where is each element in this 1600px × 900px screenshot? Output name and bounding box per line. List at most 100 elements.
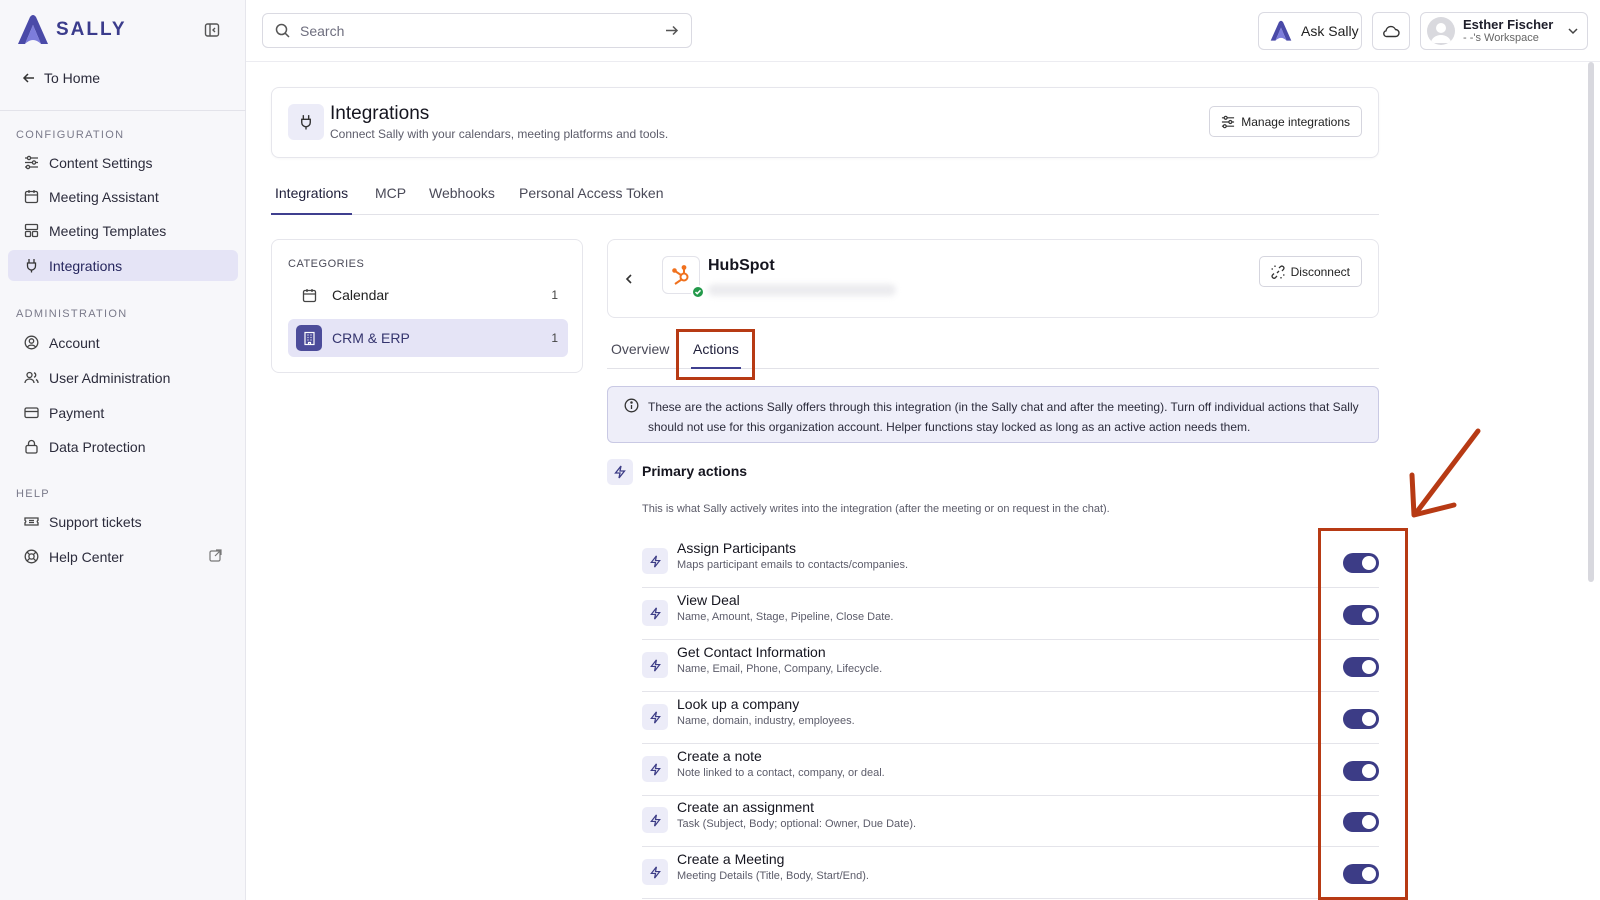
user-avatar-icon [1431,23,1451,43]
page-header-card: Integrations Connect Sally with your cal… [271,87,1379,158]
tab-personal-access-token[interactable]: Personal Access Token [519,185,664,215]
integration-detail-card: HubSpot Disconnect [607,239,1379,318]
redacted-account-info [708,284,896,296]
action-toggle[interactable] [1343,553,1379,573]
toggle-knob [1362,764,1376,778]
bolt-icon [642,756,668,782]
lock-icon [25,439,38,454]
sidebar-item-integrations[interactable]: Integrations [8,250,238,281]
sidebar-item-help-center[interactable]: Help Center [8,541,238,572]
action-title: Create a note [677,748,762,764]
search-input[interactable] [300,22,654,39]
hubspot-icon [672,265,689,285]
tab-integrations[interactable]: Integrations [271,185,353,215]
action-description: Name, Email, Phone, Company, Lifecycle. [677,663,883,675]
tab-actions[interactable]: Actions [691,341,741,369]
sidebar-item-label: Content Settings [49,154,153,171]
to-home-link[interactable]: To Home [22,66,100,90]
user-name: Esther Fischer [1463,17,1554,32]
manage-integrations-label: Manage integrations [1241,114,1350,129]
category-crm-erp[interactable]: CRM & ERP 1 [288,319,568,357]
search-box[interactable] [262,13,692,48]
tab-overview[interactable]: Overview [611,341,669,369]
action-toggle[interactable] [1343,709,1379,729]
sidebar-item-content-settings[interactable]: Content Settings [8,147,238,178]
category-count: 1 [551,331,558,345]
bolt-icon-box [607,459,633,485]
sally-logo-icon [1270,20,1292,41]
tab-webhooks[interactable]: Webhooks [429,185,495,215]
category-calendar[interactable]: Calendar 1 [288,276,568,314]
sidebar-item-account[interactable]: Account [8,327,238,358]
scrollbar[interactable] [1588,62,1594,582]
sidebar-item-label: Help Center [49,548,124,565]
sidebar-item-payment[interactable]: Payment [8,397,238,428]
bolt-icon [642,704,668,730]
brand-logo[interactable]: SALLY [16,14,127,46]
action-toggle[interactable] [1343,657,1379,677]
action-description: Task (Subject, Body; optional: Owner, Du… [677,818,917,830]
chevron-left-icon [625,274,632,284]
calendar-icon-box [296,282,322,308]
ticket-icon [24,517,39,526]
bolt-icon [614,465,626,479]
action-description: Maps participant emails to contacts/comp… [677,559,909,571]
sidebar-item-label: Meeting Assistant [49,188,159,205]
action-title: Look up a company [677,696,800,712]
sliders-icon [25,155,38,170]
action-description: Meeting Details (Title, Body, Start/End)… [677,870,869,882]
action-description: Note linked to a contact, company, or de… [677,767,885,779]
sidebar-toggle-icon [204,23,220,37]
ask-sally-button[interactable]: Ask Sally [1258,12,1362,50]
bolt-icon [642,807,668,833]
section-configuration: CONFIGURATION [16,129,125,141]
action-row: View Deal Name, Amount, Stage, Pipeline,… [642,588,1379,640]
sally-logo-icon [18,15,48,44]
toggle-knob [1362,867,1376,881]
action-row: Create a note Note linked to a contact, … [642,744,1379,796]
info-banner: These are the actions Sally offers throu… [607,386,1379,443]
user-menu[interactable]: Esther Fischer - -'s Workspace [1420,12,1588,50]
toggle-knob [1362,712,1376,726]
disconnect-button[interactable]: Disconnect [1258,256,1362,287]
sidebar-divider [0,110,246,111]
unlink-icon [1271,264,1285,279]
info-text: These are the actions Sally offers throu… [648,400,1359,434]
action-toggle[interactable] [1343,761,1379,781]
categories-label: CATEGORIES [288,258,365,270]
action-title: Assign Participants [677,540,797,556]
collapse-sidebar-button[interactable] [204,22,222,40]
toggle-knob [1362,815,1376,829]
search-icon [275,23,290,38]
sidebar-item-meeting-templates[interactable]: Meeting Templates [8,215,238,246]
sidebar-item-support-tickets[interactable]: Support tickets [8,506,238,537]
calendar-icon [24,190,39,204]
bolt-icon [642,548,668,574]
bolt-icon [642,652,668,678]
action-row: Get Contact Information Name, Email, Pho… [642,640,1379,692]
sidebar-item-user-administration[interactable]: User Administration [8,362,238,393]
arrow-right-icon[interactable] [664,23,679,38]
action-toggle[interactable] [1343,605,1379,625]
toggle-knob [1362,556,1376,570]
sidebar: SALLY To Home CONFIGURATION Content Sett… [0,0,246,900]
tab-mcp[interactable]: MCP [375,185,406,215]
action-description: Name, Amount, Stage, Pipeline, Close Dat… [677,611,894,623]
sidebar-item-data-protection[interactable]: Data Protection [8,431,238,462]
back-button[interactable] [618,268,640,290]
plug-icon [301,115,311,130]
sidebar-item-meeting-assistant[interactable]: Meeting Assistant [8,181,238,212]
plug-icon [26,259,37,273]
arrow-left-icon [22,73,34,83]
chevron-down-icon [1568,28,1578,35]
credit-card-icon [24,407,39,419]
manage-integrations-button[interactable]: Manage integrations [1209,106,1362,137]
action-toggle[interactable] [1343,864,1379,884]
toggle-knob [1362,608,1376,622]
disconnect-label: Disconnect [1290,264,1350,279]
cloud-icon [1383,25,1400,38]
action-row: Look up a company Name, domain, industry… [642,692,1379,744]
cloud-sync-button[interactable] [1372,12,1410,50]
sidebar-item-label: Meeting Templates [49,222,167,239]
action-toggle[interactable] [1343,812,1379,832]
